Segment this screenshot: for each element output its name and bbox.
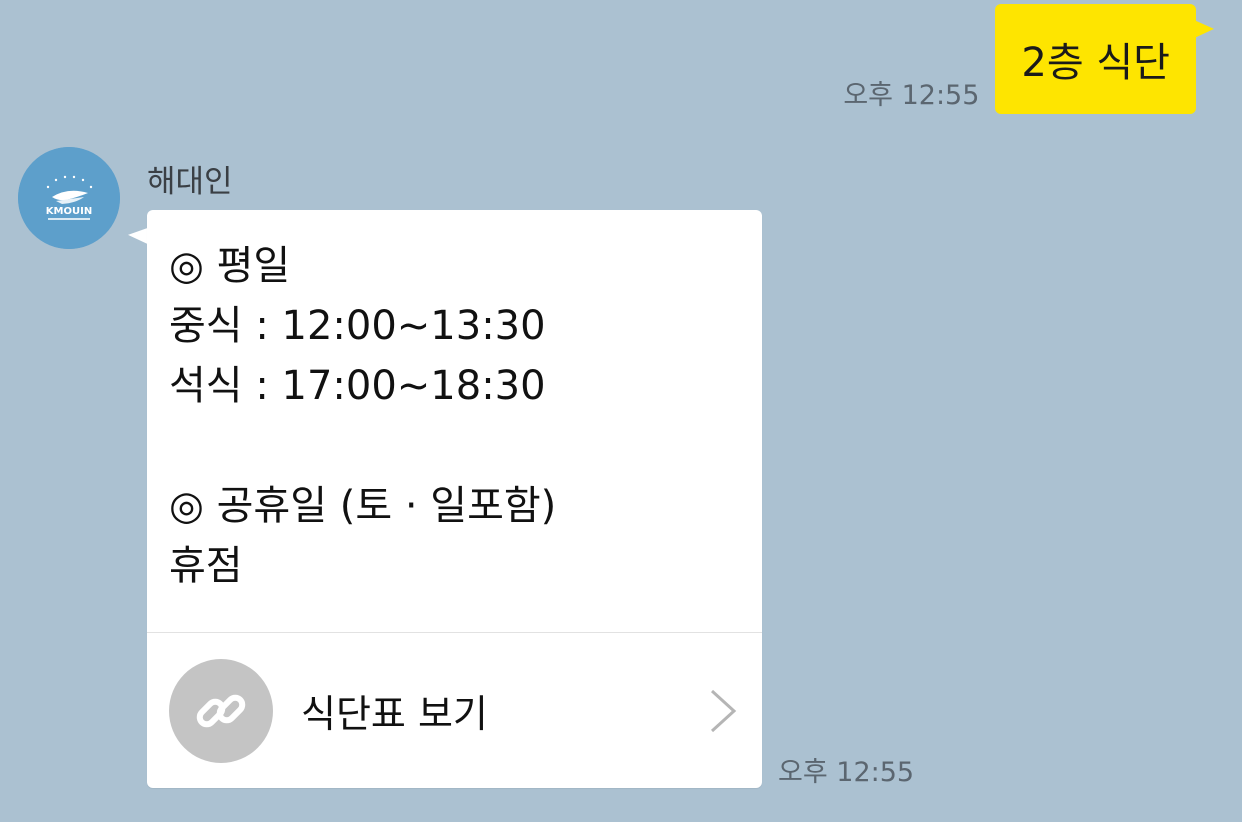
outgoing-message-time: 오후 12:55 xyxy=(843,80,980,111)
kmouin-logo-icon: KMOUIN xyxy=(18,147,120,249)
card-line-closed: 휴점 xyxy=(169,543,243,589)
link-icon-circle xyxy=(169,658,273,763)
card-line-blank xyxy=(169,416,740,476)
view-menu-link-button[interactable]: 식단표 보기 xyxy=(147,633,762,788)
outgoing-message-text: 2층 식단 xyxy=(1021,40,1170,86)
sender-avatar[interactable]: KMOUIN xyxy=(18,147,120,249)
outgoing-message: 오후 12:55 2층 식단 xyxy=(843,4,1214,114)
card-line-holiday-header: ◎ 공휴일 (토 · 일포함) xyxy=(169,483,557,529)
chevron-right-icon xyxy=(710,689,737,732)
link-icon xyxy=(196,694,246,727)
card-line-lunch: 중식 : 12:00~13:30 xyxy=(169,303,546,349)
card-line-weekday-header: ◎ 평일 xyxy=(169,243,291,289)
card-line-dinner: 석식 : 17:00~18:30 xyxy=(169,363,546,409)
incoming-message-card[interactable]: ◎ 평일 중식 : 12:00~13:30 석식 : 17:00~18:30 ◎… xyxy=(147,210,762,788)
card-body: ◎ 평일 중식 : 12:00~13:30 석식 : 17:00~18:30 ◎… xyxy=(147,210,762,632)
outgoing-bubble-tail xyxy=(1192,8,1214,40)
view-menu-link-label: 식단표 보기 xyxy=(301,692,488,736)
svg-text:KMOUIN: KMOUIN xyxy=(46,206,92,217)
outgoing-message-bubble[interactable]: 2층 식단 xyxy=(995,4,1214,114)
sender-name: 해대인 xyxy=(147,164,233,200)
incoming-message-time: 오후 12:55 xyxy=(778,757,915,788)
